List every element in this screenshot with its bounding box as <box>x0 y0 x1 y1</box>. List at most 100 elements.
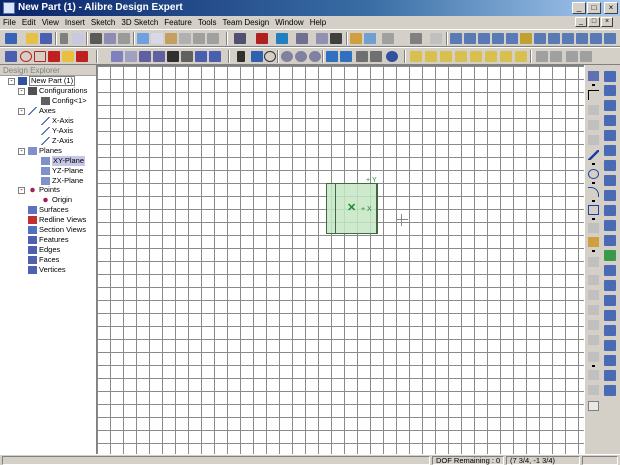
extrude-icon[interactable] <box>350 33 362 44</box>
text-tool-icon[interactable] <box>588 370 599 380</box>
sketch-ellipse-icon[interactable] <box>20 51 32 62</box>
sketch-construction-icon[interactable] <box>588 105 599 115</box>
sketch-reference-icon[interactable] <box>125 51 137 62</box>
tree-item-xy-plane[interactable]: XY-Plane <box>41 156 85 166</box>
feature-boolean-icon[interactable] <box>604 340 616 351</box>
tree-item-axes[interactable]: Axes <box>28 106 56 116</box>
chamfer-tool-icon[interactable] <box>588 335 599 345</box>
project-tool-icon[interactable] <box>588 385 599 395</box>
maximize-button[interactable]: □ <box>587 2 601 14</box>
feature-sweep-icon[interactable] <box>604 100 616 111</box>
equation-tool-icon[interactable] <box>588 401 599 411</box>
doc-minimize-button[interactable]: _ <box>575 17 587 27</box>
close-button[interactable]: × <box>604 2 618 14</box>
view-right-icon[interactable] <box>455 51 467 62</box>
sketch-disabled-icon[interactable] <box>588 120 599 130</box>
tree-item-z-axis[interactable]: Z-Axis <box>41 136 73 146</box>
tree-item-origin[interactable]: Origin <box>41 195 72 205</box>
select-icon[interactable] <box>237 51 245 62</box>
view-orient-icon[interactable] <box>382 33 394 44</box>
properties-icon[interactable] <box>118 33 130 44</box>
display-icon[interactable] <box>430 33 442 44</box>
sketch-point-icon[interactable] <box>139 51 151 62</box>
tree-expander[interactable]: - <box>8 78 15 85</box>
next-view-icon[interactable] <box>340 51 352 62</box>
rectangle-tool-icon[interactable] <box>588 205 599 215</box>
tree-item-surfaces[interactable]: Surfaces <box>28 205 69 215</box>
view-iso-icon[interactable] <box>500 51 512 62</box>
settings-icon[interactable] <box>566 51 578 62</box>
offset-tool-icon[interactable] <box>588 305 599 315</box>
feature-split-icon[interactable] <box>604 310 616 321</box>
sketch-rectangle-icon[interactable] <box>34 51 46 62</box>
feature-loft-icon[interactable] <box>604 115 616 126</box>
print-preview-icon[interactable] <box>104 33 116 44</box>
minimize-button[interactable]: _ <box>572 2 586 14</box>
sketch-disabled-icon[interactable] <box>588 135 599 145</box>
feature-draft-icon[interactable] <box>604 280 616 291</box>
print-icon[interactable] <box>90 33 102 44</box>
feature-cut-icon[interactable] <box>604 130 616 141</box>
feature-thicken-icon[interactable] <box>604 295 616 306</box>
undo-icon[interactable] <box>193 33 205 44</box>
feature-revolve-cut-icon[interactable] <box>604 145 616 156</box>
lasso-icon[interactable] <box>264 51 276 62</box>
revolve-icon[interactable] <box>364 33 376 44</box>
view-left-icon[interactable] <box>440 51 452 62</box>
design-canvas[interactable]: ✕ + X + Y <box>97 65 584 454</box>
polygon-tool-icon[interactable] <box>588 223 599 233</box>
feature-split-icon[interactable] <box>576 33 588 44</box>
feature-shell-icon[interactable] <box>604 235 616 246</box>
menu-window[interactable]: Window <box>272 18 306 27</box>
copy-icon[interactable] <box>151 33 163 44</box>
origin-marker-icon[interactable]: ✕ <box>347 203 356 214</box>
part-icon[interactable] <box>234 33 246 44</box>
feature-draft-icon[interactable] <box>492 33 504 44</box>
view-top-icon[interactable] <box>470 51 482 62</box>
menu-tools[interactable]: Tools <box>195 18 220 27</box>
menu-team-design[interactable]: Team Design <box>220 18 273 27</box>
open-icon[interactable] <box>26 33 38 44</box>
feature-loft-cut-icon[interactable] <box>604 175 616 186</box>
tree-item-new-part[interactable]: New Part (1) <box>18 76 76 86</box>
doc-close-button[interactable]: × <box>601 17 613 27</box>
spline-tool-icon[interactable] <box>588 237 599 247</box>
view-normal-icon[interactable] <box>515 51 527 62</box>
menu-sketch[interactable]: Sketch <box>88 18 118 27</box>
feature-replace-icon[interactable] <box>604 355 616 366</box>
tree-expander[interactable]: - <box>18 88 25 95</box>
sketch-mode-icon[interactable] <box>111 51 123 62</box>
tree-expander[interactable]: - <box>18 187 25 194</box>
orbit-icon[interactable] <box>386 51 398 62</box>
feature-thicken-icon[interactable] <box>590 33 602 44</box>
app-icon[interactable] <box>3 2 15 14</box>
feature-chamfer-icon[interactable] <box>450 33 462 44</box>
menu-feature[interactable]: Feature <box>161 18 195 27</box>
options-icon[interactable] <box>580 51 592 62</box>
drawing-icon[interactable] <box>276 33 288 44</box>
previous-view-icon[interactable] <box>326 51 338 62</box>
tree-item-features[interactable]: Features <box>28 235 69 245</box>
feature-shell-icon[interactable] <box>478 33 490 44</box>
feature-hole-icon[interactable] <box>506 33 518 44</box>
feature-hole-icon[interactable] <box>604 190 616 201</box>
mirror-tool-icon[interactable] <box>588 290 599 300</box>
crosshair-tool-icon[interactable] <box>588 90 599 100</box>
menu-insert[interactable]: Insert <box>62 18 88 27</box>
menu-3d-sketch[interactable]: 3D Sketch <box>118 18 161 27</box>
tree-item-faces[interactable]: Faces <box>28 255 59 265</box>
zoom-out-icon[interactable] <box>295 51 307 62</box>
feature-extrude-icon[interactable] <box>604 71 616 82</box>
fillet-tool-icon[interactable] <box>588 320 599 330</box>
move-tool-icon[interactable] <box>588 352 599 362</box>
check-icon[interactable] <box>550 51 562 62</box>
shade-icon[interactable] <box>330 33 342 44</box>
line-style-icon[interactable] <box>76 51 88 62</box>
tree-item-y-axis[interactable]: Y-Axis <box>41 126 73 136</box>
feature-boolean-icon[interactable] <box>604 33 616 44</box>
feature-fillet-icon[interactable] <box>604 205 616 216</box>
menu-file[interactable]: File <box>0 18 19 27</box>
feature-sweep-cut-icon[interactable] <box>604 160 616 171</box>
menu-help[interactable]: Help <box>307 18 329 27</box>
menu-edit[interactable]: Edit <box>19 18 39 27</box>
